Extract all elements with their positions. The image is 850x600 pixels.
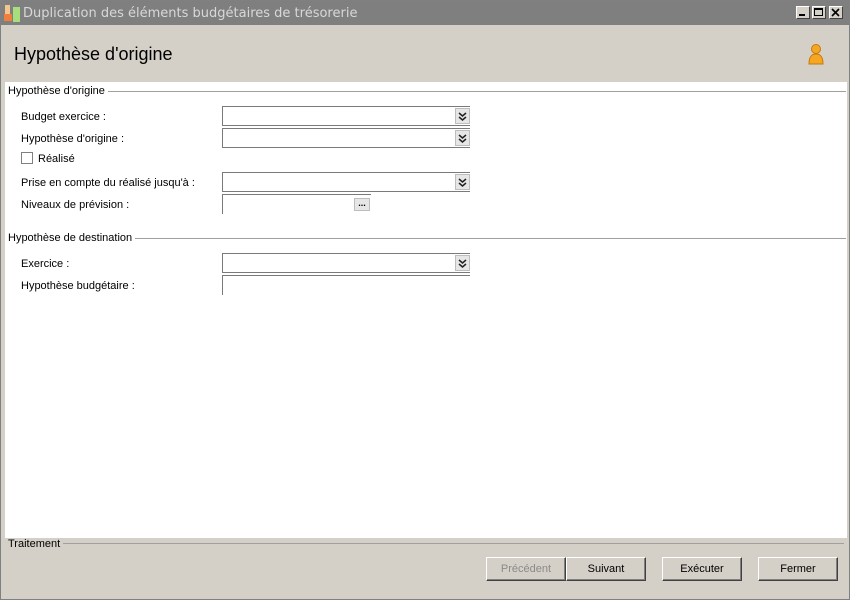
chevron-down-icon[interactable]: [455, 108, 470, 124]
minimize-button[interactable]: [796, 6, 810, 19]
footer: Traitement Précédent Suivant Exécuter Fe…: [5, 538, 847, 598]
precedent-button[interactable]: Précédent: [486, 557, 566, 581]
hypothese-origine-select[interactable]: [222, 128, 470, 148]
title-bar[interactable]: Duplication des éléments budgétaires de …: [1, 1, 849, 25]
section-legend-origine: Hypothèse d'origine: [8, 85, 108, 97]
page-header: Hypothèse d'origine: [5, 26, 847, 83]
fermer-button[interactable]: Fermer: [758, 557, 838, 581]
form-area: Hypothèse d'origine Budget exercice : Hy…: [5, 83, 847, 538]
section-divider: [8, 543, 844, 544]
prise-en-compte-label: Prise en compte du réalisé jusqu'à :: [21, 177, 195, 189]
window-title: Duplication des éléments budgétaires de …: [23, 6, 358, 21]
exercice-select[interactable]: [222, 253, 470, 273]
niveaux-prevision-field[interactable]: ...: [222, 194, 371, 214]
app-icon: [4, 5, 21, 22]
close-button[interactable]: [829, 6, 843, 19]
realise-checkbox[interactable]: [21, 152, 33, 164]
hypothese-budgetaire-label: Hypothèse budgétaire :: [21, 280, 135, 292]
maximize-button[interactable]: [812, 6, 826, 19]
hypothese-budgetaire-input[interactable]: [222, 275, 470, 295]
chevron-down-icon[interactable]: [455, 255, 470, 271]
section-divider: [8, 91, 846, 92]
section-legend-destination: Hypothèse de destination: [8, 232, 136, 244]
executer-button[interactable]: Exécuter: [662, 557, 742, 581]
traitement-legend: Traitement: [8, 538, 64, 550]
realise-label: Réalisé: [38, 153, 75, 165]
ellipsis-button[interactable]: ...: [354, 198, 370, 211]
suivant-button[interactable]: Suivant: [566, 557, 646, 581]
page-title: Hypothèse d'origine: [14, 44, 173, 64]
prise-en-compte-select[interactable]: [222, 172, 470, 192]
chevron-down-icon[interactable]: [455, 130, 470, 146]
user-icon[interactable]: [806, 43, 826, 67]
exercice-label: Exercice :: [21, 258, 70, 270]
niveaux-prevision-label: Niveaux de prévision :: [21, 199, 130, 211]
hypothese-origine-label: Hypothèse d'origine :: [21, 133, 124, 145]
app-window: Duplication des éléments budgétaires de …: [0, 0, 850, 600]
budget-exercice-label: Budget exercice :: [21, 111, 106, 123]
budget-exercice-select[interactable]: [222, 106, 470, 126]
chevron-down-icon[interactable]: [455, 174, 470, 190]
